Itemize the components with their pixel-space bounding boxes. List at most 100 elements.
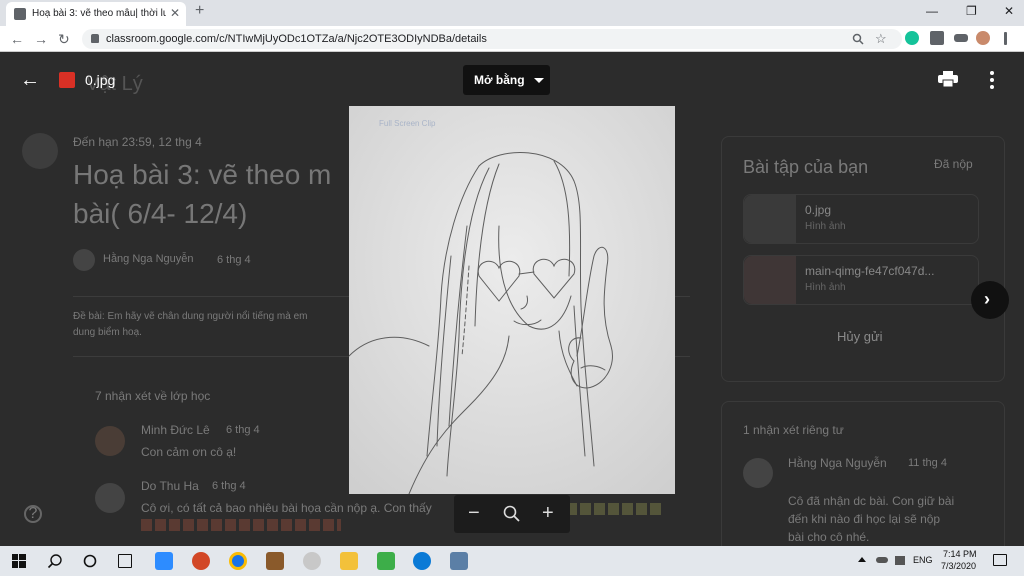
attachment-item[interactable]: 0.jpg Hình ảnh xyxy=(743,194,979,244)
powerpoint-icon[interactable] xyxy=(192,552,210,570)
avatar xyxy=(95,483,125,513)
assignment-title-line1: Hoạ bài 3: vẽ theo m xyxy=(73,159,332,190)
pencil-sketch-portrait: Full Screen Clip xyxy=(349,106,675,494)
clock-date[interactable]: 7/3/2020 xyxy=(941,561,976,571)
tab-title: Hoạ bài 3: vẽ theo mẫu| thời lượ xyxy=(32,8,166,19)
attachment-item[interactable]: main-qimg-fe47cf047d... Hình ảnh xyxy=(743,255,979,305)
extensions-icon[interactable] xyxy=(930,31,944,45)
help-icon[interactable]: ? xyxy=(24,505,42,523)
comment-date: 6 thg 4 xyxy=(212,480,246,492)
emoji-row xyxy=(566,503,662,515)
submission-status: Đã nộp xyxy=(934,157,973,171)
attachment-thumbnail xyxy=(744,195,796,243)
avatar[interactable] xyxy=(976,31,990,45)
browser-tab[interactable]: Hoạ bài 3: vẽ theo mẫu| thời lượ ✕ xyxy=(6,2,186,26)
due-date: Đến hạn 23:59, 12 thg 4 xyxy=(73,135,202,149)
chevron-down-icon xyxy=(534,78,544,83)
assignment-description: Đề bài: Em hãy vẽ chân dung người nổi ti… xyxy=(73,311,308,322)
comment-text: Con cảm ơn cô ạ! xyxy=(141,445,237,459)
chrome-icon[interactable] xyxy=(229,552,247,570)
tab-close-icon[interactable]: ✕ xyxy=(170,6,180,20)
file-name: 0.jpg xyxy=(85,72,116,88)
viewer-toolbar: ← 0.jpg Mở bằng xyxy=(0,53,1024,108)
windows-taskbar: ENG 7:14 PM 7/3/2020 xyxy=(0,546,1024,576)
grammarly-icon[interactable] xyxy=(905,31,919,45)
assignment-title-line2: bài( 6/4- 12/4) xyxy=(73,198,248,229)
private-comment-author: Hằng Nga Nguyễn xyxy=(788,456,887,470)
clock-time[interactable]: 7:14 PM xyxy=(943,549,977,559)
volume-icon[interactable] xyxy=(895,556,905,565)
class-comments-link[interactable]: 7 nhận xét về lớp học xyxy=(95,389,210,403)
chevron-up-icon[interactable] xyxy=(858,557,866,562)
maximize-button[interactable]: ❐ xyxy=(966,4,977,18)
close-window-button[interactable]: ✕ xyxy=(1004,4,1014,18)
url-text: classroom.google.com/c/NTIwMjUyODc1OTZa/… xyxy=(106,33,487,45)
windows-start-icon[interactable] xyxy=(12,554,26,568)
input-language[interactable]: ENG xyxy=(913,555,933,565)
private-comment-text: đến khi nào đi học lại sẽ nộp xyxy=(788,512,941,526)
zoom-icon[interactable] xyxy=(852,33,864,45)
comment-date: 6 thg 4 xyxy=(226,424,260,436)
zoom-controls: − + xyxy=(454,495,570,533)
private-comments-title: 1 nhận xét riêng tư xyxy=(743,423,844,437)
avatar xyxy=(95,426,125,456)
previewed-image: Full Screen Clip xyxy=(349,106,675,494)
private-comment-date: 11 thg 4 xyxy=(908,457,947,469)
cortana-icon[interactable] xyxy=(82,553,98,569)
chevron-right-icon: › xyxy=(984,289,990,309)
notification-icon[interactable] xyxy=(993,554,1007,566)
author-name: Hằng Nga Nguyễn xyxy=(103,253,194,265)
paint-icon[interactable] xyxy=(303,552,321,570)
magnifier-icon[interactable] xyxy=(503,505,521,523)
edge-icon[interactable] xyxy=(413,552,431,570)
more-vert-icon[interactable] xyxy=(990,71,994,89)
new-tab-button[interactable]: + xyxy=(195,2,204,20)
print-icon[interactable] xyxy=(938,71,958,87)
lock-icon xyxy=(91,34,99,43)
close-viewer-icon[interactable]: ← xyxy=(20,69,40,92)
assignment-description-2: dung biểm hoạ. xyxy=(73,327,142,338)
cloud-icon[interactable] xyxy=(876,557,888,563)
comment-author: Minh Đức Lê xyxy=(141,423,210,437)
address-bar: ← → ↻ classroom.google.com/c/NTIwMjUyODc… xyxy=(0,26,1024,52)
attachment-type: Hình ảnh xyxy=(805,282,846,293)
post-date: 6 thg 4 xyxy=(217,254,251,266)
app-icon[interactable] xyxy=(377,552,395,570)
forward-button[interactable]: → xyxy=(34,31,48,47)
zoom-in-button[interactable]: + xyxy=(542,502,554,525)
zoom-out-button[interactable]: − xyxy=(468,502,480,525)
key-icon[interactable] xyxy=(954,34,968,42)
zoom-app-icon[interactable] xyxy=(155,552,173,570)
comment-text: Cô ơi, có tất cả bao nhiêu bài họa cần n… xyxy=(141,501,432,515)
private-comment-text: bài cho cô nhé. xyxy=(788,530,870,544)
search-icon[interactable] xyxy=(47,553,63,569)
attachment-name: 0.jpg xyxy=(805,203,832,217)
emoji-row xyxy=(141,519,341,531)
image-file-icon xyxy=(59,72,75,88)
open-with-button[interactable]: Mở bằng xyxy=(463,65,550,95)
app-icon[interactable] xyxy=(450,552,468,570)
attachment-thumbnail xyxy=(744,256,796,304)
minimize-button[interactable]: — xyxy=(926,4,938,18)
next-file-button[interactable]: › xyxy=(971,281,1009,319)
watermark-text: Full Screen Clip xyxy=(379,119,436,128)
file-explorer-icon[interactable] xyxy=(340,552,358,570)
unsubmit-button[interactable]: Hủy gửi xyxy=(837,329,883,344)
reload-button[interactable]: ↻ xyxy=(58,31,70,48)
author-avatar xyxy=(73,249,95,271)
tab-strip: Hoạ bài 3: vẽ theo mẫu| thời lượ ✕ + — ❐… xyxy=(0,0,1024,26)
private-comment-text: Cô đã nhận dc bài. Con giữ bài xyxy=(788,494,955,508)
url-input[interactable]: classroom.google.com/c/NTIwMjUyODc1OTZa/… xyxy=(82,29,902,49)
bookmark-star-icon[interactable]: ☆ xyxy=(875,31,887,47)
classroom-icon xyxy=(14,8,26,20)
attachment-name: main-qimg-fe47cf047d... xyxy=(805,264,935,278)
open-with-label: Mở bằng xyxy=(474,73,525,87)
private-comments-card: 1 nhận xét riêng tư Hằng Nga Nguyễn 11 t… xyxy=(721,401,1005,546)
your-work-title: Bài tập của bạn xyxy=(743,157,869,177)
chrome-menu-icon[interactable] xyxy=(1004,32,1007,45)
task-view-icon[interactable] xyxy=(118,554,132,568)
back-button[interactable]: ← xyxy=(10,31,24,47)
attachment-type: Hình ảnh xyxy=(805,221,846,232)
avatar xyxy=(743,458,773,488)
app-icon[interactable] xyxy=(266,552,284,570)
